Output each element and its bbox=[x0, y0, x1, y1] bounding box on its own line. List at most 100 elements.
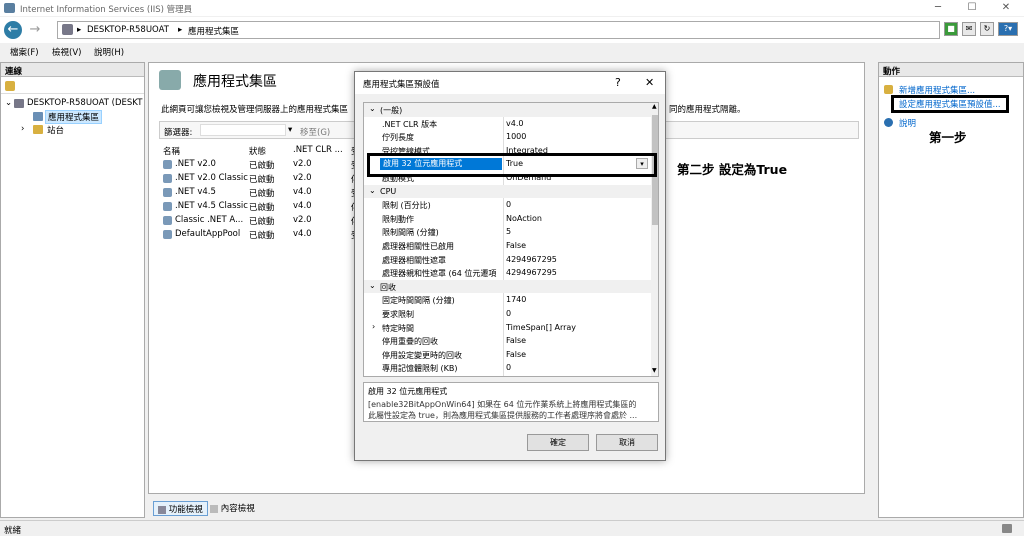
property-row[interactable]: › 特定時間 TimeSpan[] Array bbox=[364, 321, 651, 335]
property-row[interactable]: 限制動作 NoAction bbox=[364, 212, 651, 226]
dialog-title: 應用程式集區預設值 bbox=[363, 80, 440, 90]
server-icon bbox=[62, 24, 73, 35]
expand-server-icon[interactable]: ⌄ bbox=[5, 98, 12, 108]
property-name: 特定時間 bbox=[382, 323, 414, 333]
mail-icon[interactable]: ✉ bbox=[962, 22, 976, 36]
property-row[interactable]: 處理器相關性已啟用 False bbox=[364, 239, 651, 253]
filter-input[interactable] bbox=[200, 124, 286, 136]
property-scrollbar[interactable]: ▲ ▼ bbox=[651, 103, 658, 376]
maximize-icon[interactable]: ☐ bbox=[962, 2, 982, 13]
menu-bar: 檔案(F) 檢視(V) 說明(H) bbox=[0, 44, 1024, 58]
pool-icon bbox=[163, 174, 172, 183]
tab-content-view[interactable]: 內容檢視 bbox=[210, 502, 255, 514]
cancel-button[interactable]: 取消 bbox=[596, 434, 658, 451]
property-name: 要求限制 bbox=[382, 310, 414, 319]
property-category[interactable]: ⌄ 回收 bbox=[364, 279, 651, 294]
filter-dropdown-icon[interactable]: ▾ bbox=[288, 125, 292, 135]
help-link[interactable]: 說明 bbox=[899, 117, 916, 129]
property-row[interactable]: 停用設定變更時的回收 False bbox=[364, 348, 651, 362]
description-title: 啟用 32 位元應用程式 bbox=[368, 387, 448, 396]
close-icon[interactable]: ✕ bbox=[996, 2, 1016, 13]
tree-sites[interactable]: 站台 bbox=[47, 124, 64, 136]
property-name: 處理器相關性遮罩 bbox=[382, 255, 446, 265]
title-bar: Internet Information Services (IIS) 管理員 … bbox=[0, 0, 1024, 16]
breadcrumb-page[interactable]: 應用程式集區 bbox=[188, 25, 239, 37]
property-name: 處理器親和性遮罩 (64 位元遷項 bbox=[382, 269, 497, 279]
set-defaults-link[interactable]: 設定應用程式集區預設值... bbox=[899, 98, 1001, 110]
ok-button[interactable]: 確定 bbox=[527, 434, 589, 451]
property-row[interactable]: 處理器親和性遮罩 (64 位元遷項 4294967295 bbox=[364, 266, 651, 280]
help-icon[interactable]: ?▾ bbox=[998, 22, 1018, 36]
pool-icon bbox=[163, 160, 172, 169]
expand-sites-icon[interactable]: › bbox=[21, 124, 24, 134]
breadcrumb-server[interactable]: DESKTOP-R58UOAT bbox=[87, 25, 169, 35]
forward-icon[interactable]: → bbox=[26, 21, 44, 39]
refresh-icon[interactable]: ↻ bbox=[980, 22, 994, 36]
property-row[interactable]: 佇列長度 1000 bbox=[364, 130, 651, 144]
property-row[interactable]: .NET CLR 版本 v4.0 bbox=[364, 117, 651, 131]
view-tabs: 功能檢視 內容檢視 bbox=[148, 500, 865, 518]
dialog-close-button[interactable]: ✕ bbox=[645, 76, 654, 89]
property-value: TimeSpan[] Array bbox=[506, 322, 577, 332]
window-title: Internet Information Services (IIS) 管理員 bbox=[20, 5, 193, 15]
property-row[interactable]: 專用記憶體限制 (KB) 0 bbox=[364, 361, 651, 375]
tree-server[interactable]: DESKTOP-R58UOAT (DESKT bbox=[27, 98, 145, 108]
property-name: 限制動作 bbox=[382, 214, 414, 224]
property-name: 限制 (百分比) bbox=[382, 201, 431, 211]
menu-help[interactable]: 說明(H) bbox=[94, 46, 124, 58]
filter-label: 篩選器: bbox=[164, 128, 193, 138]
page-title: 應用程式集區 bbox=[193, 74, 277, 90]
property-value: 1740 bbox=[506, 295, 527, 305]
tab-features-view[interactable]: 功能檢視 bbox=[153, 501, 208, 516]
help-circle-icon bbox=[884, 118, 893, 127]
property-row[interactable]: 停用重疊的回收 False bbox=[364, 334, 651, 348]
menu-file[interactable]: 檔案(F) bbox=[10, 46, 39, 58]
property-row[interactable]: 處理器相關性遮罩 4294967295 bbox=[364, 253, 651, 267]
connect-icon[interactable]: ■ bbox=[944, 22, 958, 36]
expand-icon[interactable]: › bbox=[372, 322, 375, 331]
menu-view[interactable]: 檢視(V) bbox=[52, 46, 81, 58]
step1-annotation: 第一步 bbox=[929, 130, 967, 145]
property-row[interactable]: 要求限制 0 bbox=[364, 307, 651, 321]
collapse-icon[interactable]: ⌄ bbox=[369, 104, 376, 113]
category-label: (一般) bbox=[380, 106, 403, 115]
description-line-2: 此屬性設定為 true，則為應用程式集區提供服務的工作者處理序將會處於 ... bbox=[368, 411, 638, 420]
property-name: 停用設定變更時的回收 bbox=[382, 350, 462, 360]
property-category[interactable]: ⌄ (一般) bbox=[364, 103, 651, 117]
collapse-icon[interactable]: ⌄ bbox=[369, 186, 376, 195]
property-value: 0 bbox=[506, 363, 512, 373]
property-row[interactable]: 限制 (百分比) 0 bbox=[364, 198, 651, 212]
page-icon bbox=[159, 70, 181, 90]
pool-icon bbox=[163, 188, 172, 197]
new-connection-icon[interactable] bbox=[5, 81, 15, 91]
pool-icon bbox=[163, 230, 172, 239]
property-value: False bbox=[506, 336, 527, 346]
sites-icon bbox=[33, 125, 43, 134]
connections-header: 連線 bbox=[1, 63, 144, 77]
address-bar: ← → ▸ DESKTOP-R58UOAT ▸ 應用程式集區 ■ ✉ ↻ ?▾ bbox=[0, 17, 1024, 43]
description-line-1: [enable32BitAppOnWin64] 如果在 64 位元作業系統上將應… bbox=[368, 400, 637, 409]
property-category[interactable]: ⌄ CPU bbox=[364, 184, 651, 199]
property-value: NoAction bbox=[506, 213, 542, 223]
col-clr[interactable]: .NET CLR ... bbox=[293, 145, 343, 155]
breadcrumb[interactable]: ▸ DESKTOP-R58UOAT ▸ 應用程式集區 bbox=[57, 21, 940, 39]
collapse-icon[interactable]: ⌄ bbox=[369, 281, 376, 290]
content-view-icon bbox=[210, 504, 218, 513]
go-label[interactable]: 移至(G) bbox=[300, 126, 330, 138]
status-bar: 就緒 bbox=[0, 520, 1024, 536]
tree-app-pools[interactable]: 應用程式集區 bbox=[45, 110, 103, 124]
dialog-help-button[interactable]: ? bbox=[615, 76, 621, 89]
back-icon[interactable]: ← bbox=[4, 21, 22, 39]
property-row[interactable]: 固定時間間隔 (分鐘) 1740 bbox=[364, 293, 651, 307]
minimize-icon[interactable]: ─ bbox=[928, 2, 948, 13]
property-value: False bbox=[506, 349, 527, 359]
add-pool-icon bbox=[884, 85, 893, 94]
property-row[interactable]: 限制間隔 (分鐘) 5 bbox=[364, 225, 651, 239]
selected-row-highlight bbox=[367, 153, 657, 177]
property-value: 5 bbox=[506, 227, 512, 237]
col-name[interactable]: 名稱 bbox=[163, 145, 180, 157]
server-node-icon bbox=[14, 99, 24, 108]
property-grid: ⌄ (一般) .NET CLR 版本 v4.0 佇列長度 1000 受控管線模式 Integr… bbox=[363, 102, 659, 377]
col-status[interactable]: 狀態 bbox=[249, 145, 266, 157]
property-value: 4294967295 bbox=[506, 254, 557, 264]
